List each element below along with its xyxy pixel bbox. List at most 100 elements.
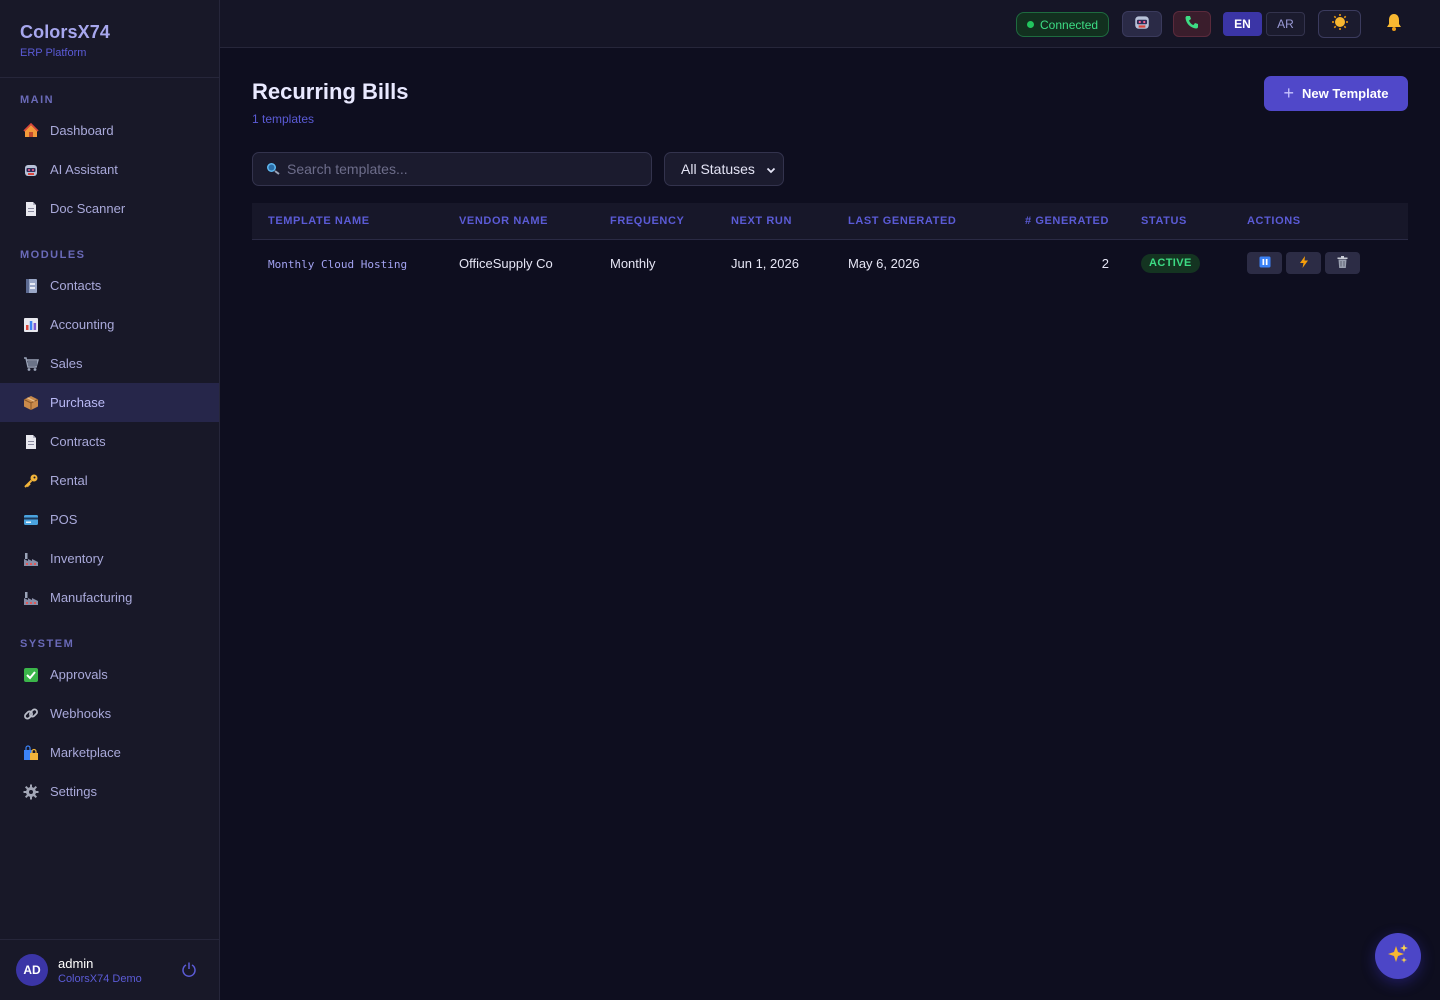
ai-assistant-button[interactable] — [1122, 11, 1162, 37]
user-name: admin — [58, 955, 94, 971]
generate-now-button[interactable] — [1286, 252, 1321, 275]
templates-table: Template Name Vendor Name Frequency Next… — [252, 203, 1408, 287]
column-header-status[interactable]: Status — [1109, 203, 1215, 240]
sidebar-item-dashboard[interactable]: Dashboard — [0, 111, 219, 150]
status-filter-select[interactable]: All Statuses — [664, 152, 784, 186]
main-content: Recurring Bills 1 templates + New Templa… — [220, 48, 1440, 1000]
sidebar-item-approvals[interactable]: Approvals — [0, 655, 219, 694]
column-header-last-generated[interactable]: Last Generated — [848, 203, 1001, 240]
credit-card-icon — [22, 512, 40, 528]
bolt-icon — [1299, 255, 1309, 271]
sidebar-item-label: Settings — [50, 784, 97, 799]
sidebar-item-label: Purchase — [50, 395, 105, 410]
theme-toggle-button[interactable] — [1318, 10, 1361, 38]
table-row[interactable]: Monthly Cloud Hosting OfficeSupply Co Mo… — [252, 239, 1408, 287]
nav-section-modules: MODULES — [20, 249, 86, 261]
delete-button[interactable] — [1325, 252, 1360, 275]
chevron-down-icon — [765, 163, 777, 179]
robot-icon — [22, 162, 40, 178]
cell-status: ACTIVE — [1109, 239, 1215, 287]
status-badge: ACTIVE — [1141, 253, 1200, 273]
avatar[interactable]: AD — [16, 954, 48, 986]
cell-next-run: Jun 1, 2026 — [731, 255, 799, 271]
sidebar-item-accounting[interactable]: Accounting — [0, 305, 219, 344]
cell-template-name[interactable]: Monthly Cloud Hosting — [252, 239, 459, 287]
sidebar-item-label: Doc Scanner — [50, 201, 126, 216]
sidebar-item-label: Sales — [50, 356, 83, 371]
sidebar-item-sales[interactable]: Sales — [0, 344, 219, 383]
sidebar-item-doc-scanner[interactable]: Doc Scanner — [0, 189, 219, 228]
column-header-template-name[interactable]: Template Name — [252, 203, 459, 240]
phone-icon — [1184, 14, 1200, 35]
connection-status-label: Connected — [1040, 17, 1099, 32]
address-book-icon — [22, 278, 40, 294]
bar-chart-icon — [22, 317, 40, 333]
sidebar-item-contracts[interactable]: Contracts — [0, 422, 219, 461]
sidebar-item-contacts[interactable]: Contacts — [0, 266, 219, 305]
column-header-generated-count[interactable]: # Generated — [1001, 203, 1109, 240]
sidebar-item-label: Manufacturing — [50, 590, 133, 605]
column-header-frequency[interactable]: Frequency — [610, 203, 731, 240]
plus-icon: + — [1283, 83, 1295, 103]
call-button[interactable] — [1173, 11, 1211, 37]
logout-power-icon[interactable] — [181, 961, 199, 979]
sidebar-item-label: Contacts — [50, 278, 102, 293]
nav-section-system: SYSTEM — [20, 638, 75, 650]
ai-sparkle-fab-button[interactable] — [1375, 933, 1421, 979]
sidebar-item-manufacturing[interactable]: Manufacturing — [0, 578, 219, 617]
house-icon — [22, 122, 40, 139]
user-panel: AD admin ColorsX74 Demo — [0, 939, 219, 1000]
cell-generated-count: 2 — [1101, 255, 1109, 271]
sidebar-item-label: AI Assistant — [50, 162, 118, 177]
table-header-row: Template Name Vendor Name Frequency Next… — [252, 203, 1408, 240]
sidebar-item-label: Webhooks — [50, 706, 112, 721]
language-ar-button[interactable]: AR — [1266, 12, 1305, 36]
new-template-label: New Template — [1302, 86, 1389, 101]
search-input[interactable] — [287, 161, 627, 177]
brand-name[interactable]: ColorsX74 — [20, 22, 199, 43]
cell-actions — [1215, 239, 1408, 287]
package-icon — [22, 395, 40, 411]
topbar: Connected EN AR — [220, 0, 1440, 48]
pause-button[interactable] — [1247, 252, 1282, 275]
factory-icon — [22, 551, 40, 567]
sidebar-item-webhooks[interactable]: Webhooks — [0, 694, 219, 733]
new-template-button[interactable]: + New Template — [1264, 76, 1408, 111]
sidebar-item-settings[interactable]: Settings — [0, 772, 219, 811]
sparkles-icon — [1387, 943, 1409, 970]
pause-icon — [1259, 256, 1271, 271]
shopping-bags-icon — [22, 744, 40, 761]
sidebar-item-label: Approvals — [50, 667, 108, 682]
brand: ColorsX74 ERP Platform — [0, 0, 219, 78]
sidebar-item-label: Marketplace — [50, 745, 121, 760]
search-icon — [265, 159, 281, 180]
sidebar-item-pos[interactable]: POS — [0, 500, 219, 539]
column-header-actions: Actions — [1215, 203, 1408, 240]
sidebar-item-purchase[interactable]: Purchase — [0, 383, 219, 422]
sidebar-item-ai-assistant[interactable]: AI Assistant — [0, 150, 219, 189]
notifications-button[interactable] — [1382, 11, 1406, 37]
sidebar-item-marketplace[interactable]: Marketplace — [0, 733, 219, 772]
cart-icon — [22, 356, 40, 372]
sidebar-item-label: Dashboard — [50, 123, 114, 138]
template-count: 1 templates — [252, 112, 315, 126]
template-name-link[interactable]: Monthly Cloud Hosting — [268, 258, 407, 271]
column-header-vendor-name[interactable]: Vendor Name — [459, 203, 610, 240]
column-header-next-run[interactable]: Next Run — [731, 203, 848, 240]
language-en-button[interactable]: EN — [1223, 12, 1262, 36]
search-box — [252, 152, 652, 186]
sun-icon — [1331, 13, 1349, 36]
factory-icon — [22, 590, 40, 606]
cell-last-generated: May 6, 2026 — [848, 255, 920, 271]
trash-icon — [1337, 255, 1348, 271]
page-title: Recurring Bills — [252, 79, 409, 104]
sidebar-item-label: POS — [50, 512, 78, 527]
status-dot-icon — [1027, 21, 1034, 28]
robot-icon — [1133, 13, 1151, 36]
sidebar-item-inventory[interactable]: Inventory — [0, 539, 219, 578]
sidebar-item-rental[interactable]: Rental — [0, 461, 219, 500]
sidebar-item-label: Contracts — [50, 434, 106, 449]
sidebar-item-label: Rental — [50, 473, 88, 488]
status-filter-value: All Statuses — [681, 161, 755, 177]
link-icon — [22, 706, 40, 722]
